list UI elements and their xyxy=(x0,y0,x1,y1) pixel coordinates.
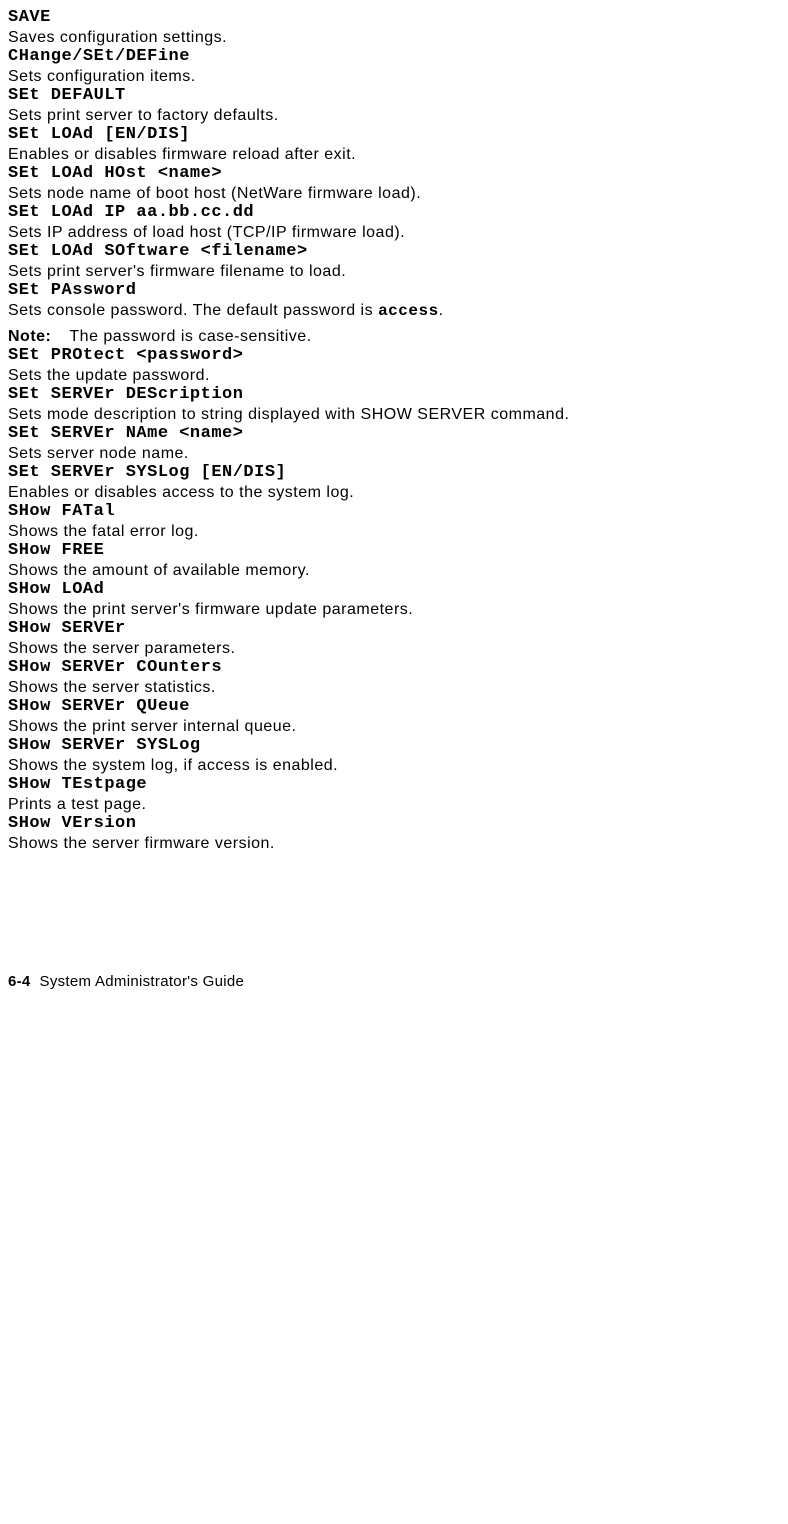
command-description: Sets server node name. xyxy=(8,445,782,463)
command-entry: SEt LOAd IP aa.bb.cc.dd Sets IP address … xyxy=(8,203,782,242)
page-number: 6-4 xyxy=(8,973,31,990)
command-name: SEt PROtect <password> xyxy=(8,346,782,365)
footer-title: System Administrator's Guide xyxy=(40,973,245,990)
command-name: SEt LOAd SOftware <filename> xyxy=(8,242,782,261)
command-name: SEt LOAd HOst <name> xyxy=(8,164,782,183)
command-entry: SAVE Saves configuration settings. xyxy=(8,8,782,47)
command-description: Sets console password. The default passw… xyxy=(8,302,782,320)
command-entry: CHange/SEt/DEFine Sets configuration ite… xyxy=(8,47,782,86)
command-name: SEt DEFAULT xyxy=(8,86,782,105)
command-name: SEt LOAd [EN/DIS] xyxy=(8,125,782,144)
note-label: Note: xyxy=(8,328,51,345)
command-entry: SEt SERVEr NAme <name> Sets server node … xyxy=(8,424,782,463)
command-description: Shows the server firmware version. xyxy=(8,835,782,853)
command-entry: SHow VErsion Shows the server firmware v… xyxy=(8,814,782,853)
command-description: Shows the print server internal queue. xyxy=(8,718,782,736)
command-description: Shows the server parameters. xyxy=(8,640,782,658)
command-list: SAVE Saves configuration settings. CHang… xyxy=(8,8,782,853)
command-name: SHow VErsion xyxy=(8,814,782,833)
command-description: Enables or disables firmware reload afte… xyxy=(8,146,782,164)
command-entry: SHow SERVEr SYSLog Shows the system log,… xyxy=(8,736,782,775)
command-entry: SEt SERVEr DEScription Sets mode descrip… xyxy=(8,385,782,424)
command-entry: SHow LOAd Shows the print server's firmw… xyxy=(8,580,782,619)
command-name: SHow FATal xyxy=(8,502,782,521)
command-entry: SEt PROtect <password> Sets the update p… xyxy=(8,346,782,385)
command-entry: SHow FREE Shows the amount of available … xyxy=(8,541,782,580)
desc-text: . xyxy=(439,302,444,319)
command-description: Sets the update password. xyxy=(8,367,782,385)
command-entry: SHow SERVEr QUeue Shows the print server… xyxy=(8,697,782,736)
command-name: SHow SERVEr QUeue xyxy=(8,697,782,716)
desc-text: Sets console password. The default passw… xyxy=(8,302,378,319)
command-name: SEt SERVEr NAme <name> xyxy=(8,424,782,443)
command-description: Shows the fatal error log. xyxy=(8,523,782,541)
inline-code: access xyxy=(378,302,439,320)
note: Note: The password is case-sensitive. xyxy=(8,328,782,346)
command-description: Sets print server to factory defaults. xyxy=(8,107,782,125)
command-name: SEt SERVEr SYSLog [EN/DIS] xyxy=(8,463,782,482)
command-description: Enables or disables access to the system… xyxy=(8,484,782,502)
command-description: Sets node name of boot host (NetWare fir… xyxy=(8,185,782,203)
command-description: Shows the system log, if access is enabl… xyxy=(8,757,782,775)
command-description: Shows the print server's firmware update… xyxy=(8,601,782,619)
command-entry: SHow FATal Shows the fatal error log. xyxy=(8,502,782,541)
command-entry: SEt LOAd SOftware <filename> Sets print … xyxy=(8,242,782,281)
note-text: The password is case-sensitive. xyxy=(69,328,311,345)
command-name: CHange/SEt/DEFine xyxy=(8,47,782,66)
command-name: SHow LOAd xyxy=(8,580,782,599)
command-description: Shows the server statistics. xyxy=(8,679,782,697)
command-entry: SHow SERVEr COunters Shows the server st… xyxy=(8,658,782,697)
command-name: SEt LOAd IP aa.bb.cc.dd xyxy=(8,203,782,222)
command-name: SEt SERVEr DEScription xyxy=(8,385,782,404)
command-entry: SHow SERVEr Shows the server parameters. xyxy=(8,619,782,658)
command-entry: SEt SERVEr SYSLog [EN/DIS] Enables or di… xyxy=(8,463,782,502)
command-description: Sets IP address of load host (TCP/IP fir… xyxy=(8,224,782,242)
command-name: SHow TEstpage xyxy=(8,775,782,794)
command-entry: SEt PAssword Sets console password. The … xyxy=(8,281,782,346)
command-entry: SEt LOAd HOst <name> Sets node name of b… xyxy=(8,164,782,203)
command-entry: SHow TEstpage Prints a test page. xyxy=(8,775,782,814)
command-description: Sets print server's firmware filename to… xyxy=(8,263,782,281)
command-name: SHow SERVEr SYSLog xyxy=(8,736,782,755)
command-name: SHow FREE xyxy=(8,541,782,560)
command-description: Shows the amount of available memory. xyxy=(8,562,782,580)
command-description: Sets configuration items. xyxy=(8,68,782,86)
command-name: SAVE xyxy=(8,8,782,27)
command-name: SHow SERVEr xyxy=(8,619,782,638)
command-entry: SEt DEFAULT Sets print server to factory… xyxy=(8,86,782,125)
command-description: Sets mode description to string displaye… xyxy=(8,406,782,424)
command-entry: SEt LOAd [EN/DIS] Enables or disables fi… xyxy=(8,125,782,164)
command-description: Saves configuration settings. xyxy=(8,29,782,47)
command-name: SEt PAssword xyxy=(8,281,782,300)
page-footer: 6-4 System Administrator's Guide xyxy=(8,973,782,990)
command-description: Prints a test page. xyxy=(8,796,782,814)
command-name: SHow SERVEr COunters xyxy=(8,658,782,677)
